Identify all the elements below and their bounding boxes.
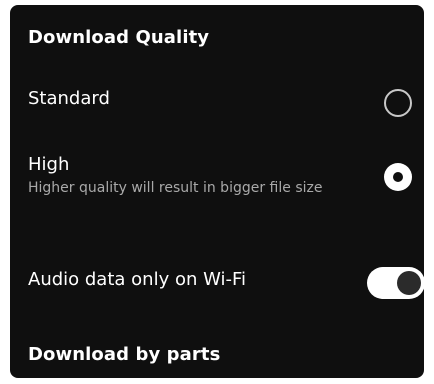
option-high-label[interactable]: High: [28, 154, 69, 175]
audio-wifi-label[interactable]: Audio data only on Wi-Fi: [28, 269, 246, 290]
download-quality-heading: Download Quality: [28, 27, 210, 48]
toggle-knob: [397, 271, 421, 295]
option-high-description: Higher quality will result in bigger fil…: [28, 180, 323, 196]
option-standard-label[interactable]: Standard: [28, 88, 110, 109]
radio-high[interactable]: [384, 163, 412, 191]
audio-wifi-toggle[interactable]: [367, 267, 424, 299]
radio-standard[interactable]: [384, 89, 412, 117]
download-by-parts-heading: Download by parts: [28, 344, 221, 365]
radio-selected-dot: [393, 172, 403, 182]
download-settings-panel: Download Quality Standard High Higher qu…: [10, 5, 424, 378]
